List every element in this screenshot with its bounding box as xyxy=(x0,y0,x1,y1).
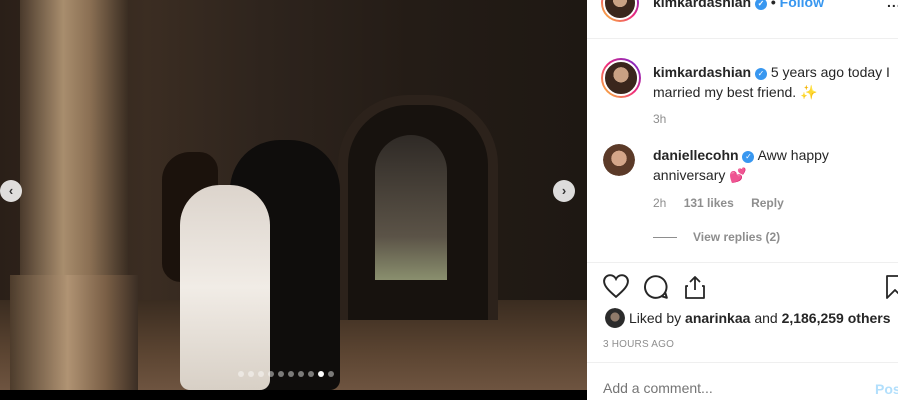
likes-summary: Liked by anarinkaa and 2,186,259 others xyxy=(629,310,891,326)
carousel-dot xyxy=(278,371,284,377)
comment-icon[interactable] xyxy=(643,274,669,300)
comment-meta: 2h 131 likes Reply xyxy=(653,196,784,210)
carousel-dot xyxy=(318,371,324,377)
carousel-prev-button[interactable]: ‹ xyxy=(0,180,22,202)
post-caption: kimkardashian ✓ 5 years ago today I marr… xyxy=(653,62,893,102)
post-side-panel: kimkardashian ✓ • Follow ... kimkardashi… xyxy=(587,0,898,400)
header-divider xyxy=(587,38,898,39)
carousel-dot xyxy=(288,371,294,377)
likes-count[interactable]: 2,186,259 others xyxy=(782,310,891,326)
caption-time[interactable]: 3h xyxy=(653,112,666,126)
caption-avatar[interactable] xyxy=(601,58,641,98)
comment-reply-button[interactable]: Reply xyxy=(751,196,784,210)
comment-avatar[interactable] xyxy=(603,144,635,176)
chevron-left-icon: ‹ xyxy=(8,183,14,198)
likes-prefix: Liked by xyxy=(629,310,682,326)
follow-button[interactable]: Follow xyxy=(780,0,824,10)
liker-username[interactable]: anarinkaa xyxy=(685,310,750,326)
verified-badge-icon: ✓ xyxy=(754,0,767,10)
carousel-dot xyxy=(248,371,254,377)
photo-bride-dress xyxy=(180,185,270,390)
post-timestamp[interactable]: 3 HOURS AGO xyxy=(603,339,674,350)
view-replies[interactable]: View replies (2) xyxy=(653,230,780,244)
more-horizontal-icon: ... xyxy=(887,0,898,10)
add-comment-input[interactable] xyxy=(603,380,863,396)
post-photo[interactable]: ‹ › xyxy=(0,0,587,390)
view-replies-line xyxy=(653,237,677,239)
comment-likes[interactable]: 131 likes xyxy=(684,196,734,210)
caption-username[interactable]: kimkardashian xyxy=(653,64,751,80)
comment-time[interactable]: 2h xyxy=(653,196,666,210)
carousel-dot xyxy=(308,371,314,377)
photo-pillar-base xyxy=(10,275,138,390)
more-options-button[interactable]: ... xyxy=(887,0,898,10)
photo-window xyxy=(375,135,447,280)
heart-icon[interactable] xyxy=(603,274,629,298)
carousel-indicator xyxy=(238,371,334,377)
liker-avatar[interactable] xyxy=(605,308,625,328)
comment-divider xyxy=(587,362,898,363)
actions-divider xyxy=(587,262,898,263)
carousel-dot xyxy=(238,371,244,377)
photo-bottom-bar xyxy=(0,390,587,400)
view-replies-label: View replies (2) xyxy=(693,230,781,244)
header-separator: • xyxy=(770,0,776,10)
likes-and: and xyxy=(754,310,778,326)
share-icon[interactable] xyxy=(683,274,707,300)
header-avatar[interactable] xyxy=(601,0,639,22)
post-comment-button[interactable]: Post xyxy=(875,381,898,397)
comment-username[interactable]: daniellecohn xyxy=(653,147,739,163)
bookmark-icon[interactable] xyxy=(885,274,898,300)
chevron-right-icon: › xyxy=(561,183,567,198)
carousel-dot xyxy=(268,371,274,377)
carousel-next-button[interactable]: › xyxy=(553,180,575,202)
carousel-dot xyxy=(328,371,334,377)
verified-badge-icon: ✓ xyxy=(754,68,767,80)
header-username[interactable]: kimkardashian xyxy=(653,0,751,10)
carousel-dot xyxy=(258,371,264,377)
comment-item: daniellecohn ✓ Aww happy anniversary 💕 xyxy=(653,145,893,185)
post-header: kimkardashian ✓ • Follow xyxy=(653,0,824,10)
carousel-dot xyxy=(298,371,304,377)
verified-badge-icon: ✓ xyxy=(742,151,755,163)
